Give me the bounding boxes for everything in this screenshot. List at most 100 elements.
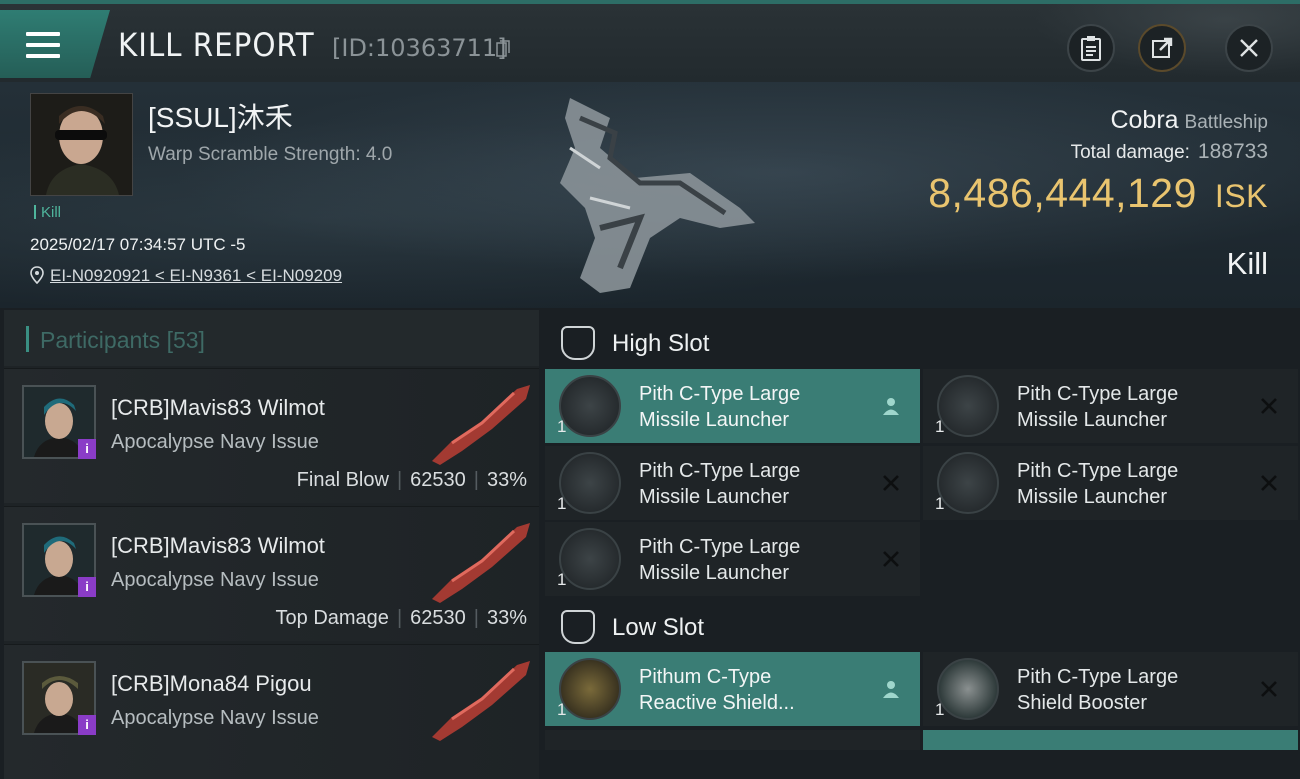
kill-location[interactable]: EI-N0920921 < EI-N9361 < EI-N09209 [30,266,342,286]
module-slot[interactable]: 1 Pith C-Type Large Missile Launcher [923,369,1298,443]
module-quantity: 1 [935,700,945,719]
module-name-line1: Pith C-Type Large [1017,666,1179,688]
module-name-line1: Pith C-Type Large [639,536,801,558]
participant-stats: Top Damage | 62530 | 33% [275,607,527,629]
module-slot[interactable]: 1 Pith C-Type Large Missile Launcher [545,369,920,443]
missile-launcher-icon [559,375,621,437]
kill-result: Kill [1226,246,1268,281]
kill-tag: Kill [34,204,61,221]
module-slot-partial[interactable] [923,730,1298,750]
destroyed-x-icon [883,475,899,491]
info-badge[interactable]: i [78,439,96,459]
isk-unit: ISK [1214,178,1268,214]
victim-portrait[interactable] [30,93,133,196]
report-id: [ID:10363711] [332,34,507,62]
participant-name[interactable]: [CRB]Mavis83 Wilmot [111,533,325,559]
module-slot[interactable]: 1 Pithum C-Type Reactive Shield... [545,652,920,726]
missile-launcher-icon [559,528,621,590]
low-slot-label: Low Slot [612,614,705,641]
weapon-icon [432,661,530,741]
dropped-person-icon [883,398,899,415]
missile-launcher-icon [937,452,999,514]
participant-name[interactable]: [CRB]Mona84 Pigou [111,671,312,697]
participant-percent: 33% [486,607,527,629]
high-slot-icon [561,326,595,360]
module-slot[interactable]: 1 Pith C-Type Large Shield Booster [923,652,1298,726]
total-damage-value: 188733 [1197,140,1268,163]
isk-amount: 8,486,444,129 [928,170,1197,216]
location-pin-icon [30,266,44,285]
participant-role: Top Damage [275,607,389,629]
participant-damage: 62530 [410,607,466,629]
participant-damage: 62530 [410,469,466,491]
destroyed-x-icon [1261,475,1277,491]
participant-row[interactable]: i [CRB]Mavis83 Wilmot Apocalypse Navy Is… [4,368,539,503]
destroyed-x-icon [1261,681,1277,697]
victim-name[interactable]: [SSUL]沐禾 [148,96,293,136]
missile-launcher-icon [937,375,999,437]
module-name-line1: Pithum C-Type [639,666,772,688]
module-slot[interactable]: 1 Pith C-Type Large Missile Launcher [545,522,920,596]
module-quantity: 1 [557,570,567,589]
module-name: Pith C-Type Large Missile Launcher [1017,381,1178,433]
participant-stats: Final Blow | 62530 | 33% [296,469,527,491]
total-damage: Total damage: 188733 [1071,140,1268,164]
participant-ship: Apocalypse Navy Issue [111,707,319,729]
module-name: Pith C-Type Large Missile Launcher [1017,458,1178,510]
module-name-line1: Pith C-Type Large [639,460,801,482]
participants-count: [53] [166,327,205,353]
ship-info: Cobra Battleship [1110,106,1268,135]
module-slot-partial[interactable] [545,730,920,750]
share-button[interactable] [1138,24,1186,72]
clipboard-button[interactable] [1067,24,1115,72]
total-damage-label: Total damage: [1070,142,1190,163]
module-name-line2: Shield Booster [1017,692,1148,714]
module-quantity: 1 [557,417,567,436]
hamburger-menu-icon [26,32,60,58]
participants-header-accent [26,326,29,352]
module-slot[interactable]: 1 Pith C-Type Large Missile Launcher [923,446,1298,520]
module-slot[interactable]: 1 Pith C-Type Large Missile Launcher [545,446,920,520]
module-name-line2: Missile Launcher [639,409,790,431]
victim-portrait-image [31,94,132,195]
dropped-person-icon [883,681,899,698]
ship-render [560,98,755,293]
page-title: KILL REPORT [118,26,315,64]
location-link[interactable]: EI-N0920921 < EI-N9361 < EI-N09209 [50,266,342,285]
warp-scramble-strength: Warp Scramble Strength: 4.0 [148,144,393,165]
copy-icon[interactable] [496,40,510,58]
participant-ship: Apocalypse Navy Issue [111,431,319,453]
shield-booster-icon [937,658,999,720]
participant-row[interactable]: i [CRB]Mona84 Pigou Apocalypse Navy Issu… [4,644,539,779]
module-name-line2: Missile Launcher [1017,409,1168,431]
module-quantity: 1 [935,417,945,436]
high-slot-label: High Slot [612,330,710,357]
module-name-line2: Missile Launcher [639,486,790,508]
module-name-line2: Missile Launcher [1017,486,1168,508]
module-name-line2: Missile Launcher [639,562,790,584]
close-button[interactable] [1225,24,1273,72]
module-name: Pith C-Type Large Shield Booster [1017,664,1178,716]
destroyed-x-icon [883,551,899,567]
participant-name[interactable]: [CRB]Mavis83 Wilmot [111,395,325,421]
victim-panel: [SSUL]沐禾 Warp Scramble Strength: 4.0 Kil… [0,82,1300,308]
share-icon [1152,37,1173,58]
module-quantity: 1 [557,494,567,513]
ship-name[interactable]: Cobra [1110,106,1178,134]
module-name-line1: Pith C-Type Large [1017,460,1179,482]
menu-button[interactable] [0,10,110,78]
participants-title: Participants [53] [40,327,205,354]
participants-header: Participants [53] [4,310,539,366]
weapon-icon [432,523,530,603]
clipboard-icon [1081,36,1101,61]
low-slot-header: Low Slot [545,598,1300,654]
participants-label: Participants [40,327,161,353]
participant-row[interactable]: i [CRB]Mavis83 Wilmot Apocalypse Navy Is… [4,506,539,641]
top-bar: KILL REPORT [ID:10363711] [0,0,1300,86]
destroyed-x-icon [1261,398,1277,414]
module-name: Pith C-Type Large Missile Launcher [639,381,800,433]
module-name-line2: Reactive Shield... [639,692,795,714]
info-badge[interactable]: i [78,577,96,597]
module-name-line1: Pith C-Type Large [1017,383,1179,405]
info-badge[interactable]: i [78,715,96,735]
